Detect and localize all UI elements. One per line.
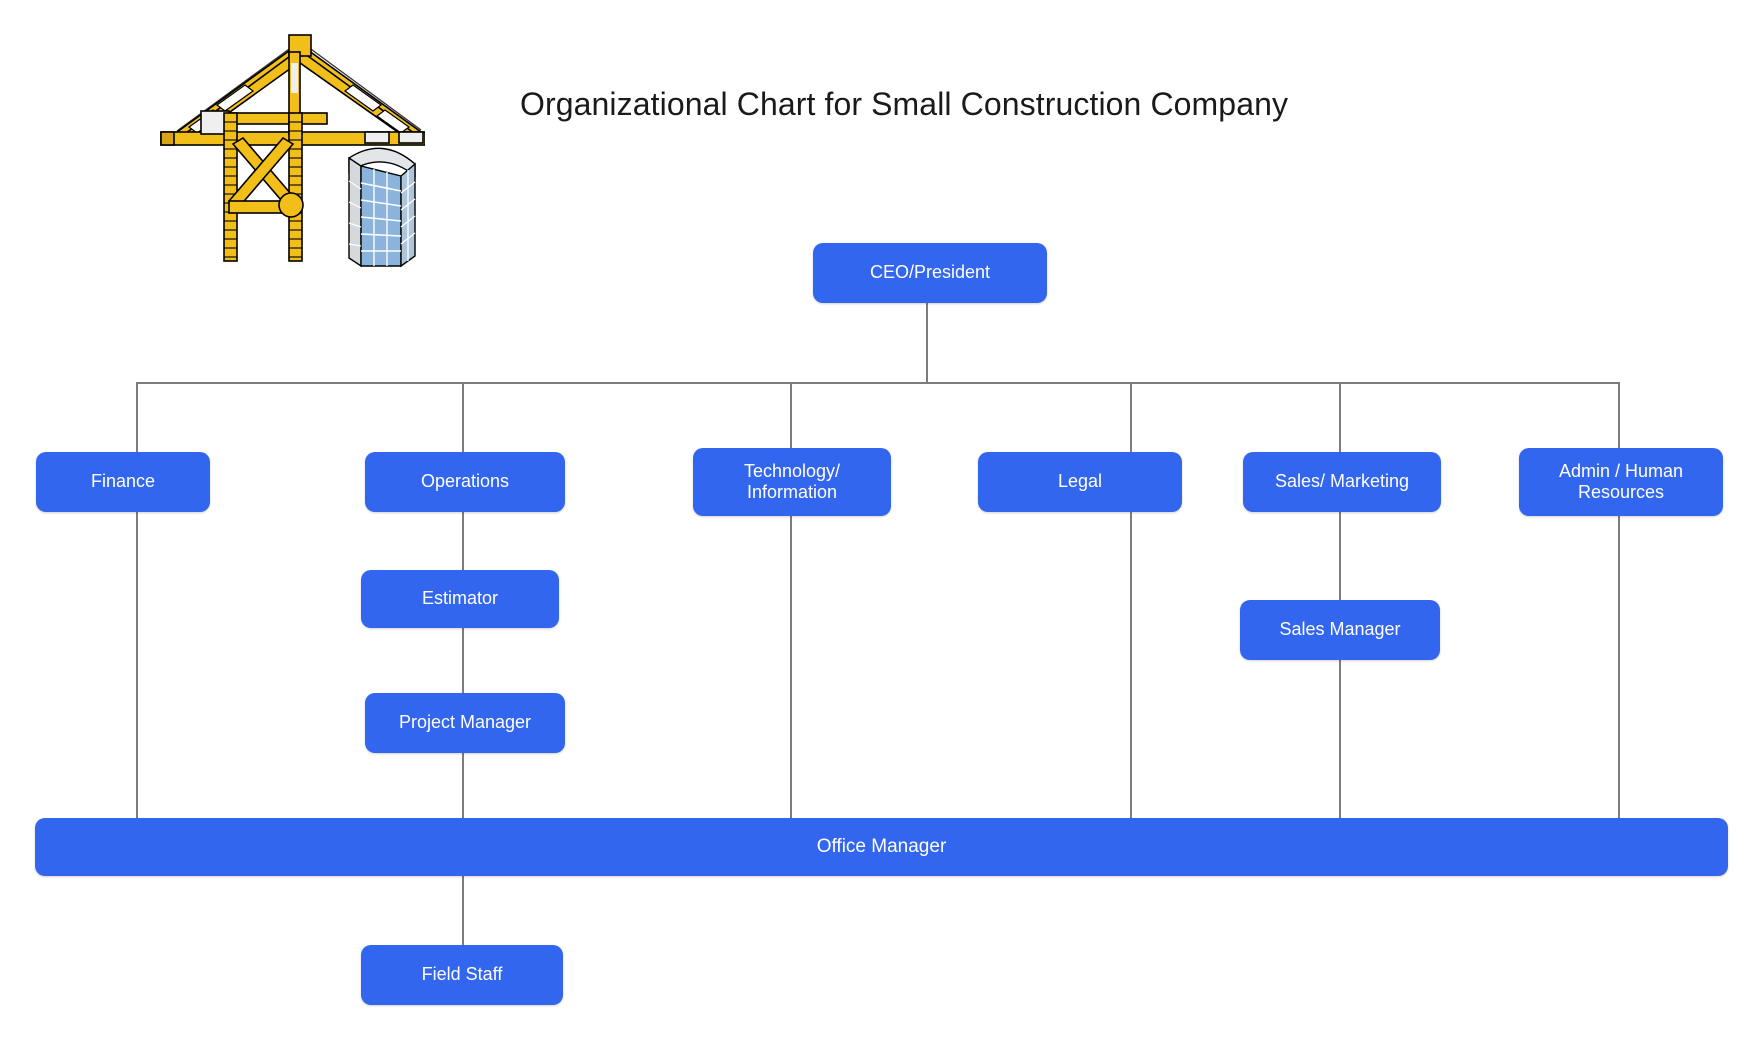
connector-office-manager-to-field-staff <box>462 876 464 945</box>
node-label-line1: Technology/ <box>743 460 841 481</box>
connector-bus-to-finance <box>136 382 138 452</box>
connector-sales-manager-to-office-manager <box>1339 660 1341 818</box>
node-operations[interactable]: Operations <box>365 452 565 512</box>
node-label: Sales Manager <box>1279 619 1401 640</box>
node-label-line1: Admin / Human <box>1558 460 1684 481</box>
connector-bus-to-operations <box>462 382 464 452</box>
connector-legal-to-office-manager <box>1130 512 1132 818</box>
connector-horizontal-bus <box>137 382 1620 384</box>
connector-operations-to-estimator <box>462 512 464 570</box>
node-label: Sales/ Marketing <box>1274 471 1410 492</box>
node-label: Legal <box>1057 471 1103 492</box>
node-estimator[interactable]: Estimator <box>361 570 559 628</box>
connector-sales-marketing-to-sales-manager <box>1339 512 1341 600</box>
connector-bus-to-technology <box>790 382 792 448</box>
node-sales-manager[interactable]: Sales Manager <box>1240 600 1440 660</box>
node-field-staff[interactable]: Field Staff <box>361 945 563 1005</box>
connector-project-manager-to-office-manager <box>462 753 464 818</box>
node-label: CEO/President <box>869 262 991 283</box>
tower-crane-illustration <box>125 18 426 268</box>
connector-technology-to-office-manager <box>790 516 792 818</box>
connector-ceo-to-bus <box>926 303 928 383</box>
node-label-line2: Information <box>746 482 838 502</box>
node-label: Project Manager <box>398 712 532 733</box>
node-project-manager[interactable]: Project Manager <box>365 693 565 753</box>
connector-bus-to-legal <box>1130 382 1132 452</box>
node-label: Finance <box>90 471 156 492</box>
connector-estimator-to-project-manager <box>462 628 464 693</box>
node-ceo-president[interactable]: CEO/President <box>813 243 1047 303</box>
org-chart-canvas: Organizational Chart for Small Construct… <box>0 0 1763 1042</box>
node-label: Field Staff <box>421 964 503 985</box>
connector-bus-to-admin-hr <box>1618 382 1620 448</box>
node-technology-information[interactable]: Technology/ Information <box>693 448 891 516</box>
node-label: Estimator <box>421 588 499 609</box>
connector-bus-to-sales-marketing <box>1339 382 1341 452</box>
node-sales-marketing[interactable]: Sales/ Marketing <box>1243 452 1441 512</box>
node-label: Office Manager <box>816 835 947 857</box>
crane-svg <box>160 34 426 268</box>
node-legal[interactable]: Legal <box>978 452 1182 512</box>
connector-finance-to-office-manager <box>136 512 138 818</box>
node-label-line2: Resources <box>1577 482 1665 502</box>
node-finance[interactable]: Finance <box>36 452 210 512</box>
connector-admin-hr-to-office-manager <box>1618 516 1620 818</box>
node-label: Operations <box>420 471 510 492</box>
node-admin-human-resources[interactable]: Admin / Human Resources <box>1519 448 1723 516</box>
page-title: Organizational Chart for Small Construct… <box>520 86 1289 122</box>
node-office-manager[interactable]: Office Manager <box>35 818 1728 876</box>
